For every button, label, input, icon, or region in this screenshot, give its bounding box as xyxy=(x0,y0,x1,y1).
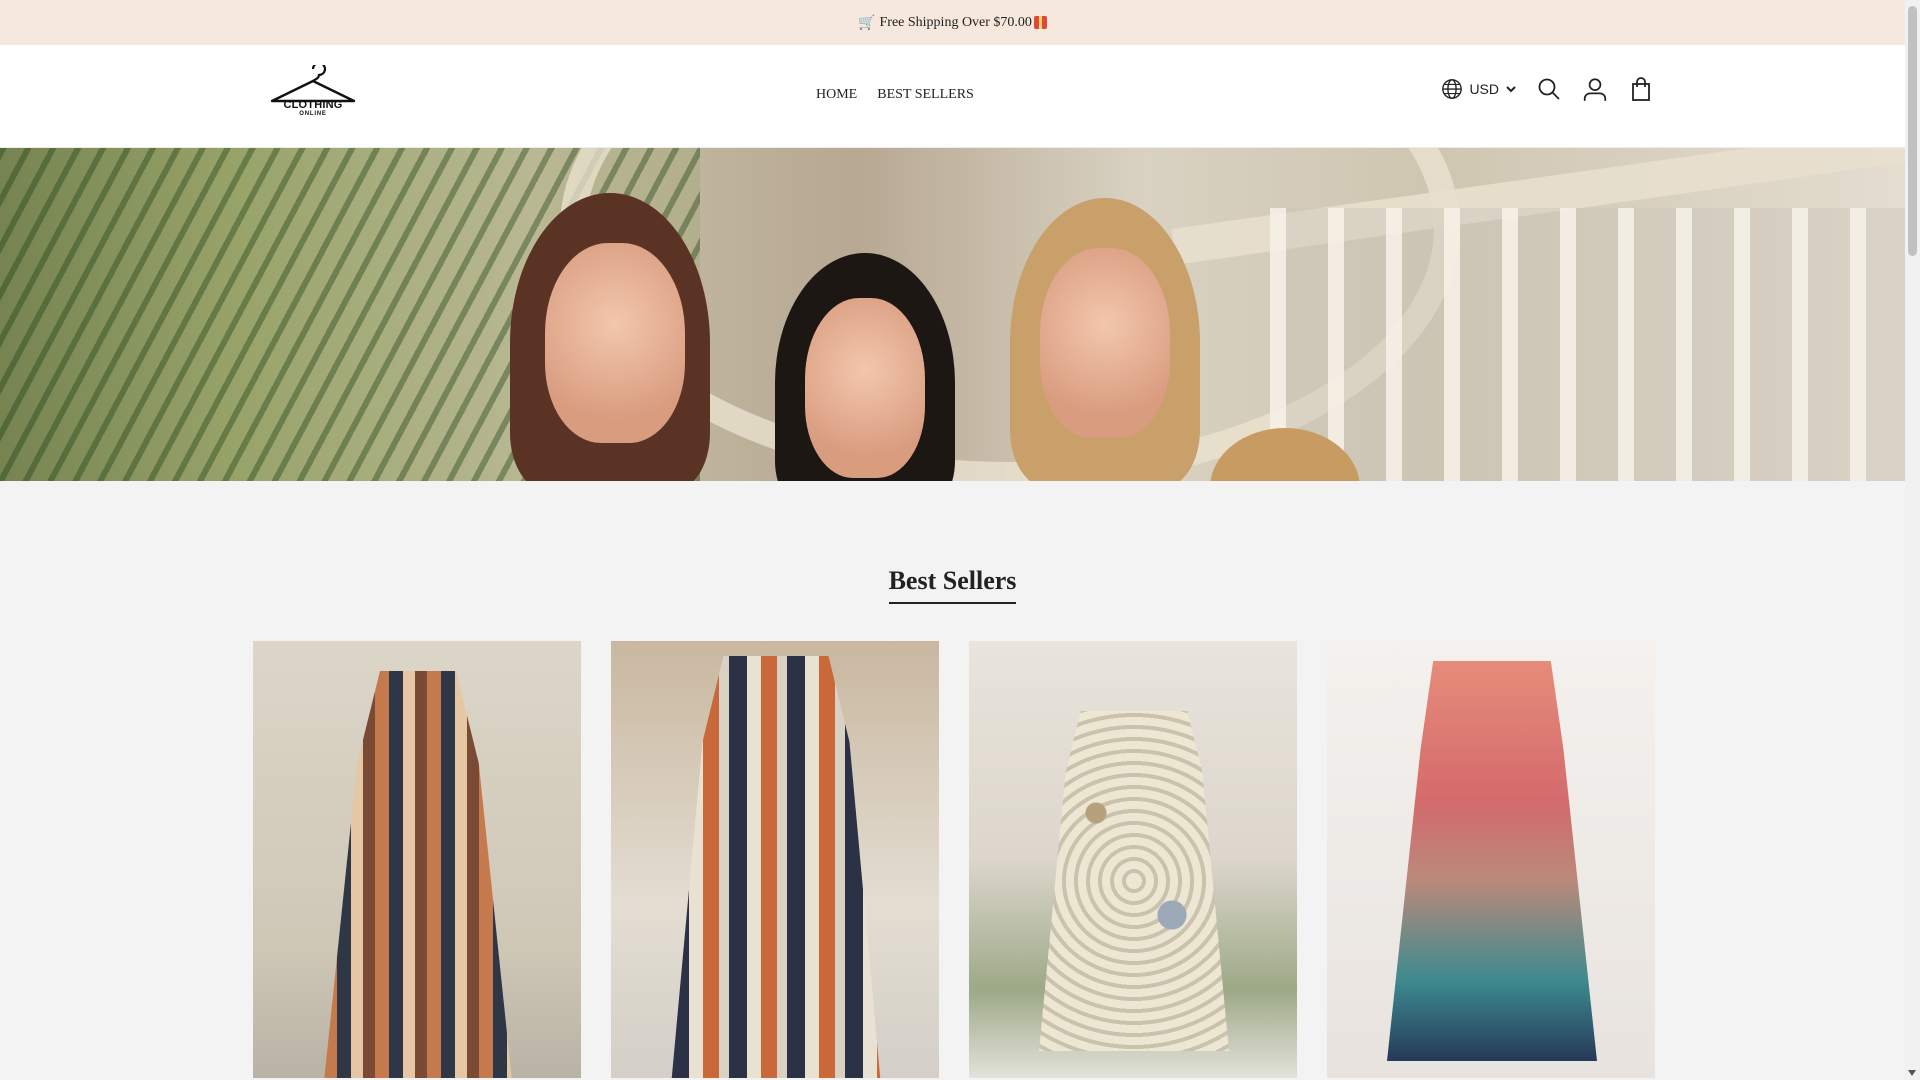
product-card[interactable] xyxy=(611,641,939,1078)
logo-subtitle: ONLINE xyxy=(299,111,327,117)
cart-icon: 🛒 xyxy=(858,14,876,31)
main-nav: HOME BEST SELLERS xyxy=(816,87,974,103)
nav-home[interactable]: HOME xyxy=(816,87,857,103)
best-sellers-heading: Best Sellers xyxy=(0,566,1905,604)
site-header: CLOTHING ONLINE HOME BEST SELLERS USD xyxy=(0,45,1905,148)
search-button[interactable] xyxy=(1535,75,1563,103)
product-grid xyxy=(253,641,1655,1078)
product-image xyxy=(671,656,881,1078)
announcement-bar: 🛒 Free Shipping Over $70.00 xyxy=(0,0,1905,45)
site-logo[interactable]: CLOTHING ONLINE xyxy=(266,61,360,125)
hero-model-1 xyxy=(545,243,685,443)
scrollbar-thumb[interactable] xyxy=(1908,6,1917,256)
gift-icon xyxy=(1033,16,1047,29)
currency-label: USD xyxy=(1469,81,1499,97)
product-card[interactable] xyxy=(253,641,581,1078)
hero-window-bars xyxy=(1270,208,1905,481)
product-card[interactable] xyxy=(1327,641,1655,1078)
product-image xyxy=(323,671,513,1078)
header-tools: USD xyxy=(1441,75,1655,103)
chevron-down-icon xyxy=(1506,86,1516,93)
hero-banner xyxy=(0,148,1905,481)
logo-wordmark: CLOTHING xyxy=(283,99,343,111)
scroll-down-arrow-icon[interactable] xyxy=(1908,1070,1916,1076)
hero-model-3 xyxy=(1040,248,1170,438)
shopping-bag-icon xyxy=(1632,77,1650,101)
user-icon xyxy=(1583,78,1607,101)
hero-model-2 xyxy=(805,298,925,478)
product-image xyxy=(1387,661,1597,1061)
nav-best-sellers[interactable]: BEST SELLERS xyxy=(877,87,974,103)
account-button[interactable] xyxy=(1581,75,1609,103)
cart-button[interactable] xyxy=(1627,75,1655,103)
product-card[interactable] xyxy=(969,641,1297,1078)
page-scrollbar[interactable] xyxy=(1905,0,1920,1080)
search-icon xyxy=(1538,78,1560,100)
globe-icon xyxy=(1442,79,1463,99)
product-image xyxy=(1039,711,1229,1051)
currency-selector[interactable]: USD xyxy=(1441,78,1517,100)
announcement-text: Free Shipping Over $70.00 xyxy=(879,14,1032,30)
